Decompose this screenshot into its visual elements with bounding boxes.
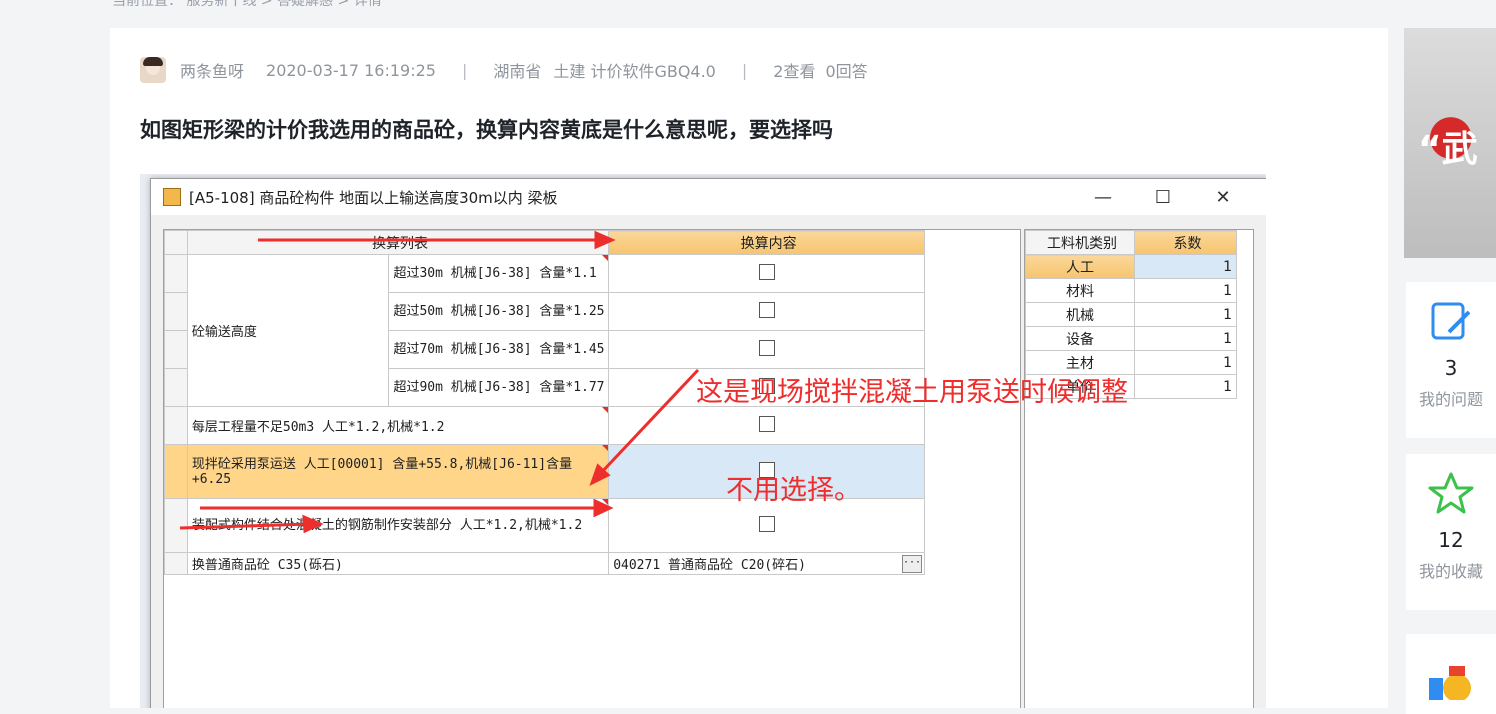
my-questions-label: 我的问题 xyxy=(1418,390,1483,409)
my-favorites-card[interactable]: 12 我的收藏 xyxy=(1406,454,1496,610)
meta-separator: | xyxy=(461,60,468,80)
annotation-line1: 这是现场搅拌混凝土用泵送时候调整 xyxy=(696,377,1128,408)
post-datetime: 2020-03-17 16:19:25 xyxy=(266,60,436,80)
star-icon xyxy=(1428,472,1474,514)
question-screenshot[interactable]: [A5-108] 商品砼构件 地面以上输送高度30m以内 梁板 — ☐ ✕ 换算… xyxy=(140,174,1266,708)
view-count: 2查看 xyxy=(773,62,816,81)
edit-icon xyxy=(1431,302,1471,340)
category-tag: 土建 计价软件GBQ4.0 xyxy=(553,62,716,81)
red-annotation-arrows xyxy=(179,230,700,534)
meta-separator: | xyxy=(741,60,748,80)
author-name[interactable]: 两条鱼呀 xyxy=(180,58,244,82)
question-card: 两条鱼呀 2020-03-17 16:19:25 | 湖南省 土建 计价软件GB… xyxy=(110,28,1388,708)
breadcrumb: 当前位置： 服务新干线 > 答疑解惑 > 详情 xyxy=(112,0,382,9)
my-favorites-label: 我的收藏 xyxy=(1418,562,1483,581)
ad-text: “武 xyxy=(1418,129,1478,170)
arrowhead xyxy=(594,230,616,250)
question-meta: 两条鱼呀 2020-03-17 16:19:25 | 湖南省 土建 计价软件GB… xyxy=(140,56,890,84)
my-questions-card[interactable]: 3 我的问题 xyxy=(1406,282,1496,438)
answer-count: 0回答 xyxy=(825,62,868,81)
my-questions-count: 3 xyxy=(1444,356,1458,380)
question-title: 如图矩形梁的计价我选用的商品砼，换算内容黄底是什么意思呢，要选择吗 xyxy=(140,118,833,142)
region-tag: 湖南省 xyxy=(493,62,542,81)
arrow-short xyxy=(179,522,311,530)
rewards-card[interactable] xyxy=(1406,634,1496,714)
arrowhead xyxy=(593,498,614,518)
medal-icon xyxy=(1429,666,1471,702)
arrow-diagonal xyxy=(598,368,700,476)
ad-banner[interactable]: “武 xyxy=(1404,28,1496,258)
arrowhead xyxy=(302,514,324,534)
annotation-line2: 不用选择。 xyxy=(726,475,861,506)
my-favorites-count: 12 xyxy=(1438,528,1464,552)
avatar[interactable] xyxy=(140,57,166,83)
